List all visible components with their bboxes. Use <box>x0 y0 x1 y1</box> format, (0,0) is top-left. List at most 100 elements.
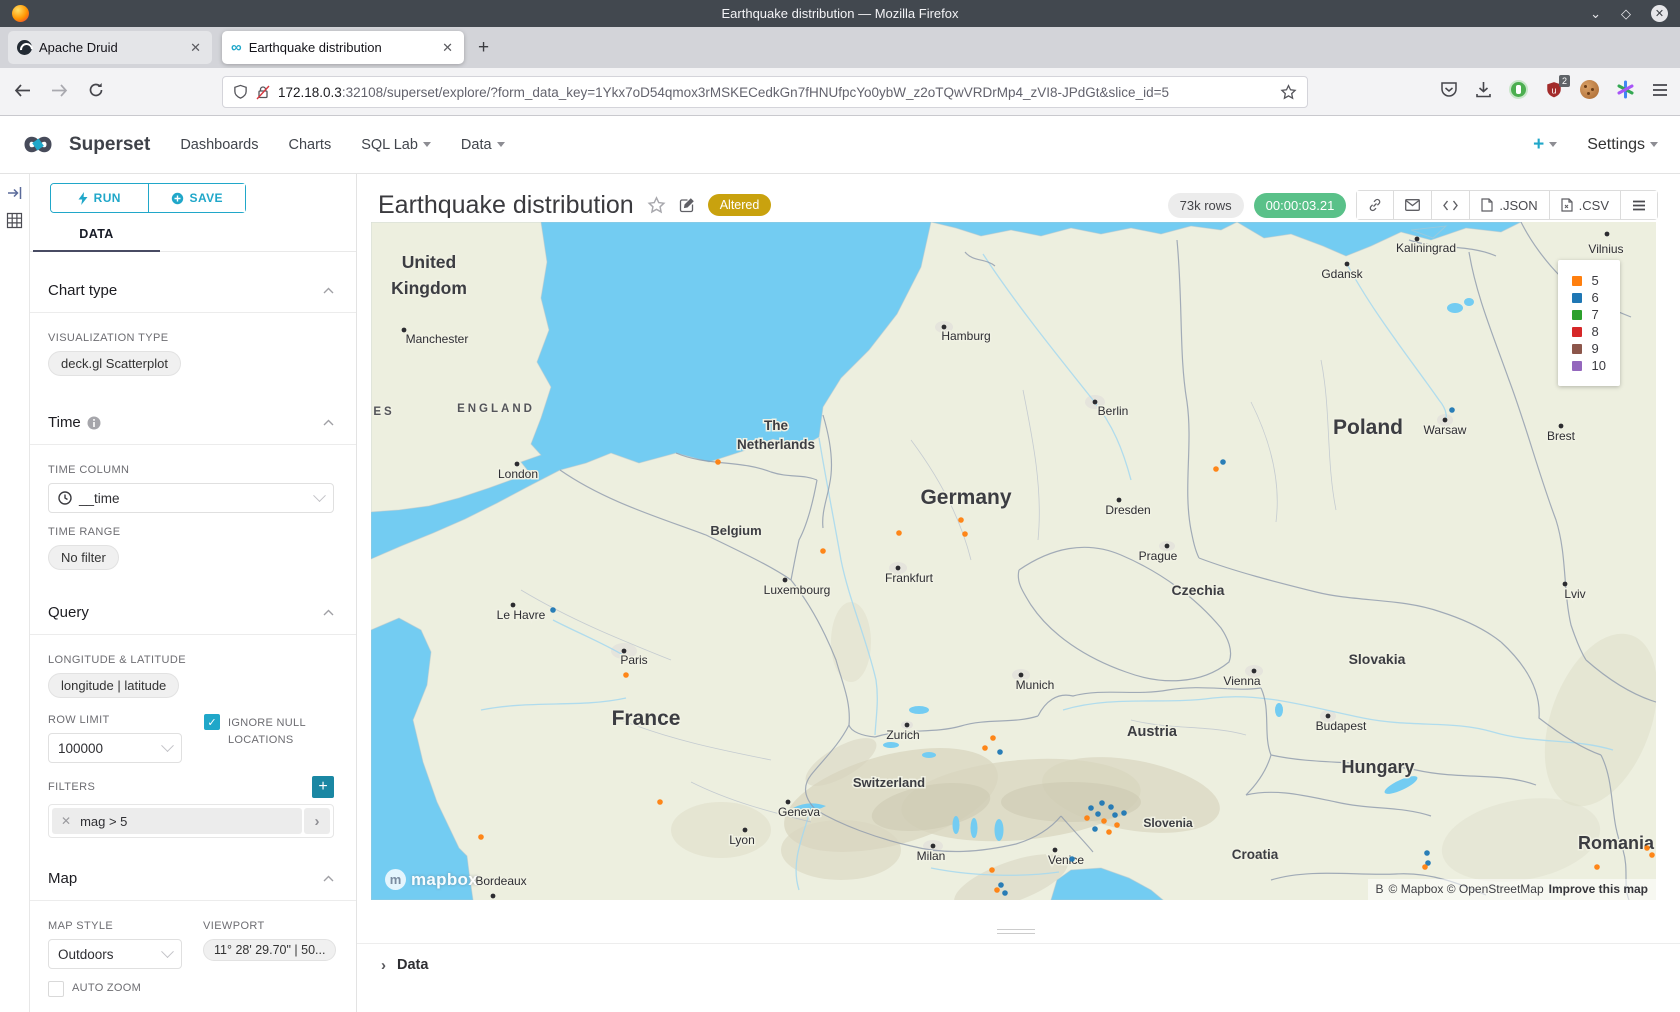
bookmark-star-icon[interactable] <box>1280 84 1297 100</box>
map-style-select[interactable]: Outdoors <box>48 939 182 969</box>
settings-menu[interactable]: Settings <box>1587 136 1658 154</box>
filter-item[interactable]: ✕ mag > 5 › <box>48 804 334 838</box>
scatter-point[interactable] <box>962 531 968 537</box>
scatter-point[interactable] <box>1220 459 1226 465</box>
scatter-point[interactable] <box>896 530 902 536</box>
datasource-grid-icon[interactable] <box>6 212 23 229</box>
section-header-query[interactable]: Query <box>30 604 356 635</box>
scatter-point[interactable] <box>998 882 1004 888</box>
scatter-point[interactable] <box>715 459 721 465</box>
section-header-chart-type[interactable]: Chart type <box>30 282 356 313</box>
improve-map-link[interactable]: Improve this map <box>1549 882 1648 896</box>
scatter-point[interactable] <box>820 548 826 554</box>
export-json-button[interactable]: .JSON <box>1469 191 1548 219</box>
scatter-point[interactable] <box>1106 829 1112 835</box>
scatter-point[interactable] <box>1069 856 1075 862</box>
tab-close-icon[interactable]: ✕ <box>440 40 455 56</box>
run-button[interactable]: RUN <box>51 184 149 212</box>
attribution-text[interactable]: © Mapbox © OpenStreetMap <box>1389 882 1544 896</box>
scatter-point[interactable] <box>1101 818 1107 824</box>
extension-cookie-icon[interactable] <box>1580 80 1599 99</box>
tab-apache-druid[interactable]: Apache Druid ✕ <box>8 31 212 64</box>
pocket-icon[interactable] <box>1440 81 1458 98</box>
extension-ublock-icon[interactable]: u 2 <box>1545 81 1563 99</box>
viewport-value[interactable]: 11° 28' 29.70" | 50... <box>203 939 336 961</box>
nav-dashboards[interactable]: Dashboards <box>180 137 258 153</box>
deckgl-map[interactable]: UnitedKingdomENGLANDESTheNetherlandsBelg… <box>371 222 1656 900</box>
url-bar[interactable]: 172.18.0.3:32108/superset/explore/?form_… <box>222 76 1308 108</box>
scatter-point[interactable] <box>994 887 1000 893</box>
scatter-point[interactable] <box>1449 407 1455 413</box>
forward-icon[interactable] <box>51 83 68 98</box>
scatter-point[interactable] <box>1108 804 1114 810</box>
favorite-star-icon[interactable] <box>647 196 666 214</box>
scatter-point[interactable] <box>1112 812 1118 818</box>
viz-type-value[interactable]: deck.gl Scatterplot <box>48 351 181 376</box>
menu-hamburger-icon[interactable] <box>1652 83 1668 97</box>
nav-data[interactable]: Data <box>461 137 505 153</box>
section-header-time[interactable]: Time <box>30 414 356 445</box>
scatter-point[interactable] <box>997 749 1003 755</box>
download-icon[interactable] <box>1475 81 1492 98</box>
time-column-select[interactable]: __time <box>48 483 334 513</box>
scatter-point[interactable] <box>982 745 988 751</box>
lock-insecure-icon[interactable] <box>256 85 270 100</box>
extension-asterisk-icon[interactable] <box>1616 80 1635 99</box>
scatter-point[interactable] <box>1099 800 1105 806</box>
scatter-point[interactable] <box>1213 466 1219 472</box>
embed-code-button[interactable] <box>1431 191 1469 219</box>
filter-expand-icon[interactable]: › <box>304 808 330 834</box>
save-button[interactable]: SAVE <box>149 184 246 212</box>
reload-icon[interactable] <box>88 82 104 98</box>
new-tab-button[interactable]: + <box>470 37 497 59</box>
scatter-point[interactable] <box>1002 890 1008 896</box>
scatter-point[interactable] <box>1121 810 1127 816</box>
time-range-value[interactable]: No filter <box>48 545 119 570</box>
scatter-point[interactable] <box>1649 852 1655 858</box>
tab-earthquake-distribution[interactable]: ∞ Earthquake distribution ✕ <box>222 31 464 64</box>
scatter-point[interactable] <box>1644 845 1650 851</box>
email-button[interactable] <box>1393 191 1431 219</box>
window-close-icon[interactable]: ✕ <box>1651 5 1668 22</box>
shield-icon[interactable] <box>233 84 248 100</box>
copy-link-button[interactable] <box>1357 191 1393 219</box>
row-limit-select[interactable]: 100000 <box>48 733 182 763</box>
export-csv-button[interactable]: .CSV <box>1549 191 1620 219</box>
scatter-point[interactable] <box>1088 805 1094 811</box>
tab-close-icon[interactable]: ✕ <box>188 40 203 56</box>
scatter-point[interactable] <box>1084 815 1090 821</box>
extension-privacy-icon[interactable] <box>1509 80 1528 99</box>
scatter-point[interactable] <box>1594 864 1600 870</box>
chart-menu-button[interactable] <box>1620 191 1657 219</box>
expand-panel-icon[interactable] <box>7 186 22 200</box>
scatter-point[interactable] <box>1424 850 1430 856</box>
auto-zoom-checkbox[interactable] <box>48 981 64 997</box>
window-minimize-icon[interactable]: ⌄ <box>1590 7 1601 20</box>
tab-data[interactable]: DATA <box>33 227 160 252</box>
nav-sql-lab[interactable]: SQL Lab <box>361 137 431 153</box>
new-item-button[interactable]: + <box>1533 134 1557 156</box>
remove-filter-icon[interactable]: ✕ <box>61 814 71 828</box>
mapbox-logo[interactable]: m mapbox <box>385 869 478 890</box>
resize-handle[interactable] <box>997 926 1035 934</box>
scatter-point[interactable] <box>657 799 663 805</box>
back-icon[interactable] <box>14 83 31 98</box>
section-header-map[interactable]: Map <box>30 870 356 901</box>
scatter-point[interactable] <box>989 867 995 873</box>
scatter-point[interactable] <box>478 834 484 840</box>
edit-title-icon[interactable] <box>679 197 695 213</box>
add-filter-button[interactable]: + <box>312 776 334 798</box>
nav-charts[interactable]: Charts <box>289 137 332 153</box>
ignore-null-checkbox[interactable]: ✓ <box>204 714 220 730</box>
scatter-point[interactable] <box>1095 811 1101 817</box>
scatter-point[interactable] <box>1114 822 1120 828</box>
scatter-point[interactable] <box>1422 864 1428 870</box>
scatter-point[interactable] <box>550 607 556 613</box>
scatter-point[interactable] <box>990 735 996 741</box>
data-results-panel[interactable]: › Data <box>357 943 1680 973</box>
window-maximize-icon[interactable]: ◇ <box>1621 7 1631 20</box>
scatter-point[interactable] <box>623 672 629 678</box>
lonlat-value[interactable]: longitude | latitude <box>48 673 179 698</box>
scatter-point[interactable] <box>958 517 964 523</box>
brand-name[interactable]: Superset <box>69 134 150 156</box>
